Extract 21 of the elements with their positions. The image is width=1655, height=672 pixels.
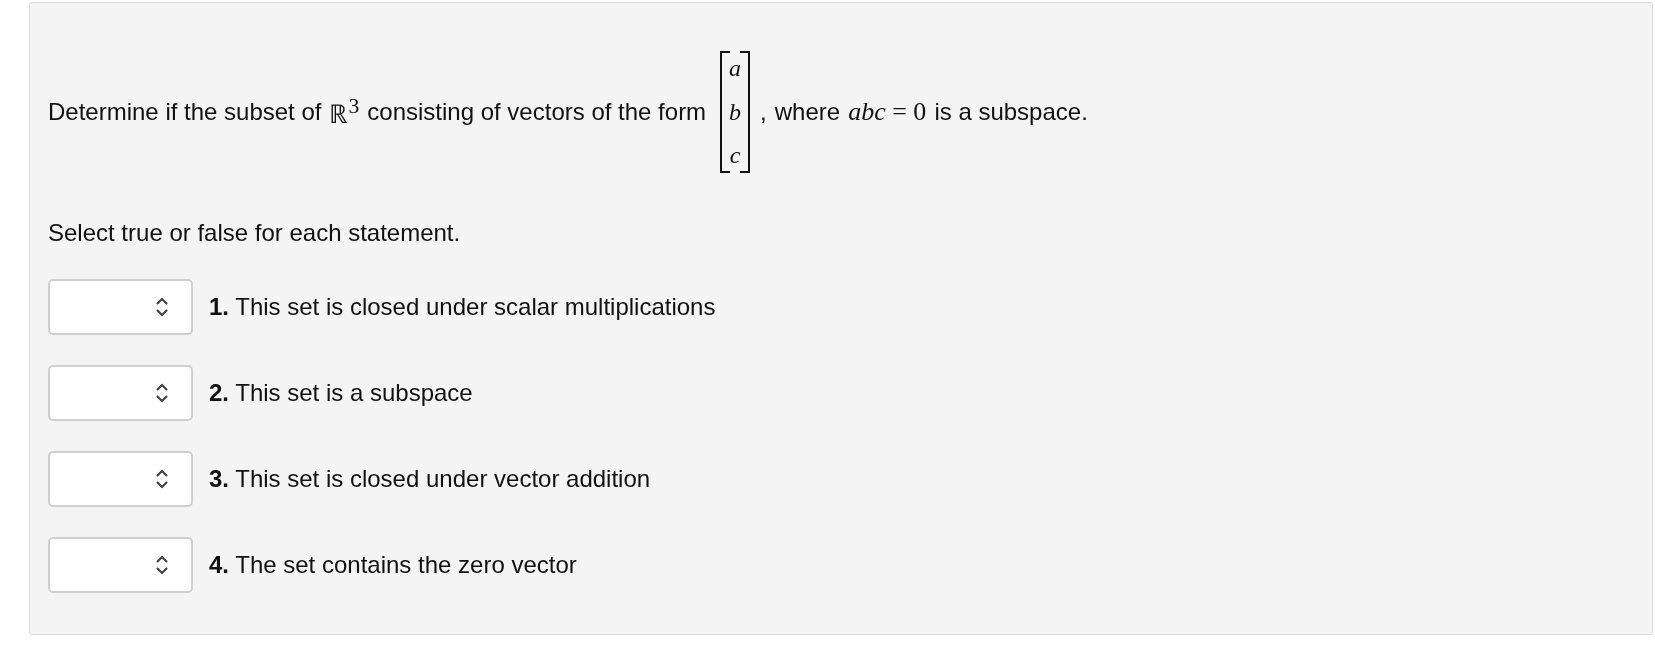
question-text: Determine if the subset of: [48, 98, 322, 126]
chevron-up-down-icon: [155, 554, 169, 576]
true-false-select[interactable]: [48, 279, 193, 335]
statement-text: 1. This set is closed under scalar multiplications: [209, 293, 716, 321]
instruction-text: Select true or false for each statement.: [48, 219, 462, 247]
true-false-select[interactable]: [48, 365, 193, 421]
statement-text: 2. This set is a subspace: [209, 379, 473, 407]
statement-text: 3. This set is closed under vector addition: [209, 465, 651, 493]
column-vector: a b c: [720, 51, 751, 173]
statement-text: 4. The set contains the zero vector: [209, 551, 577, 579]
question-text: consisting of vectors of the form: [367, 98, 707, 126]
chevron-up-down-icon: [155, 468, 169, 490]
condition-formula: abc = 0: [848, 97, 927, 127]
chevron-up-down-icon: [155, 382, 169, 404]
question-text: is a subspace.: [934, 98, 1088, 126]
question-text: where: [774, 98, 841, 126]
question-text: ,: [760, 98, 767, 126]
true-false-select[interactable]: [48, 537, 193, 593]
set-symbol: ℝ$^{3}$: [329, 93, 360, 131]
chevron-up-down-icon: [155, 296, 169, 318]
true-false-select[interactable]: [48, 451, 193, 507]
